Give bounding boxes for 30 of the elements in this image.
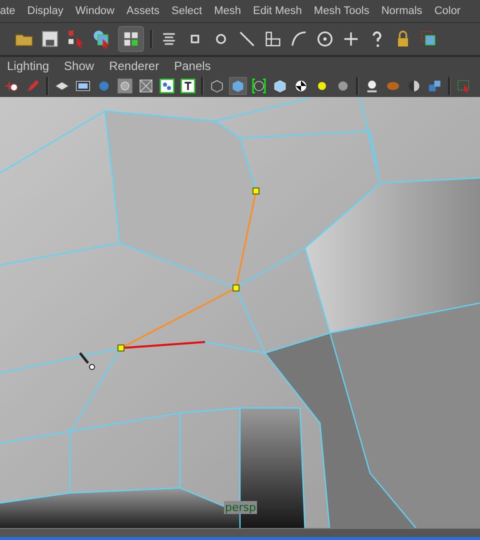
menu-item[interactable]: Mesh bbox=[214, 5, 241, 17]
cursor-icon bbox=[78, 351, 98, 371]
object-select-icon[interactable] bbox=[92, 29, 112, 49]
node-select-icon[interactable] bbox=[66, 29, 86, 49]
menu-item[interactable]: Mesh Tools bbox=[314, 5, 370, 17]
dots-icon[interactable] bbox=[159, 78, 175, 94]
checker-ball-icon[interactable] bbox=[293, 78, 309, 94]
marquee-icon[interactable] bbox=[456, 78, 472, 94]
menu-item[interactable]: Edit Mesh bbox=[253, 5, 302, 17]
half-sphere-icon[interactable] bbox=[406, 78, 422, 94]
panel-menu-item[interactable]: Show bbox=[64, 59, 94, 73]
menu-item[interactable]: Window bbox=[75, 5, 114, 17]
component-select-icon[interactable] bbox=[118, 26, 144, 52]
text-icon[interactable] bbox=[180, 78, 196, 94]
menu-item[interactable]: Assets bbox=[126, 5, 160, 17]
panel-menu-item[interactable]: Lighting bbox=[7, 59, 50, 73]
menu-item[interactable]: Normals bbox=[381, 5, 422, 17]
line-icon[interactable] bbox=[237, 29, 257, 49]
circle-frame-icon[interactable] bbox=[117, 78, 133, 94]
menu-item[interactable]: Select bbox=[172, 5, 202, 17]
menu-item[interactable]: ate bbox=[0, 5, 16, 17]
menu-item[interactable]: Color bbox=[434, 5, 461, 17]
floppy-icon[interactable] bbox=[40, 29, 60, 49]
panel-menu-item[interactable]: Renderer bbox=[109, 59, 160, 73]
film-icon[interactable] bbox=[75, 78, 91, 94]
wire-box-icon[interactable] bbox=[138, 78, 154, 94]
menu-item[interactable]: Display bbox=[27, 5, 64, 17]
camera-label: persp bbox=[224, 501, 257, 514]
target-icon[interactable] bbox=[315, 29, 335, 49]
panel-menu-item[interactable]: Panels bbox=[174, 59, 211, 73]
